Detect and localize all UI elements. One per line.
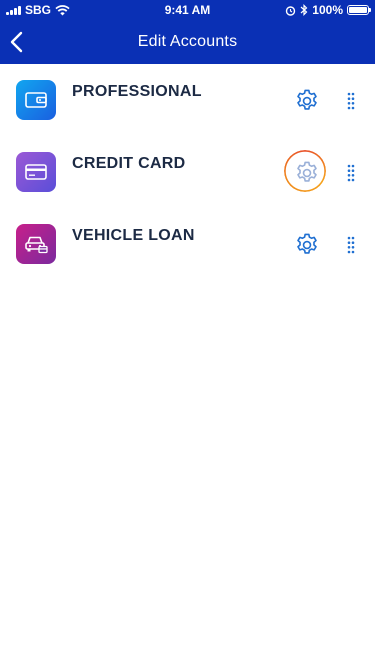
battery-icon <box>347 5 371 15</box>
app-header: SBG 9:41 AM 100% Edit Accounts <box>0 0 375 64</box>
bluetooth-icon <box>300 4 308 16</box>
account-label: VEHICLE LOAN <box>72 227 195 244</box>
alarm-icon <box>286 5 296 16</box>
account-tile <box>16 80 56 120</box>
car-icon <box>25 236 48 254</box>
account-label: CREDIT CARD <box>72 155 186 172</box>
account-row-credit-card[interactable]: CREDIT CARD <box>0 136 375 208</box>
account-row-vehicle-loan[interactable]: VEHICLE LOAN <box>0 208 375 280</box>
drag-handle-icon <box>347 164 355 182</box>
drag-handle[interactable] <box>346 92 356 110</box>
accounts-list: PROFESSIONAL CREDIT CARD VEHICLE LOAN <box>0 64 375 280</box>
account-label: PROFESSIONAL <box>72 83 202 100</box>
drag-handle-icon <box>347 236 355 254</box>
account-tile <box>16 152 56 192</box>
status-bar-right: 100% <box>285 3 371 17</box>
gear-icon <box>297 233 317 254</box>
settings-button[interactable] <box>294 160 320 186</box>
screen: SBG 9:41 AM 100% Edit Accounts PROFESSIO… <box>0 0 375 667</box>
page-title: Edit Accounts <box>137 33 238 50</box>
drag-handle-icon <box>347 92 355 110</box>
gear-icon <box>297 89 317 110</box>
credit-card-icon <box>25 164 47 180</box>
settings-button[interactable] <box>294 88 320 114</box>
gear-icon <box>297 161 317 182</box>
battery-percent: 100% <box>312 3 343 17</box>
settings-button[interactable] <box>294 232 320 258</box>
account-tile <box>16 224 56 264</box>
status-bar: SBG 9:41 AM 100% <box>0 0 375 20</box>
drag-handle[interactable] <box>346 164 356 182</box>
drag-handle[interactable] <box>346 236 356 254</box>
wallet-icon <box>25 92 47 108</box>
nav-bar: Edit Accounts <box>0 20 375 64</box>
account-row-professional[interactable]: PROFESSIONAL <box>0 64 375 136</box>
